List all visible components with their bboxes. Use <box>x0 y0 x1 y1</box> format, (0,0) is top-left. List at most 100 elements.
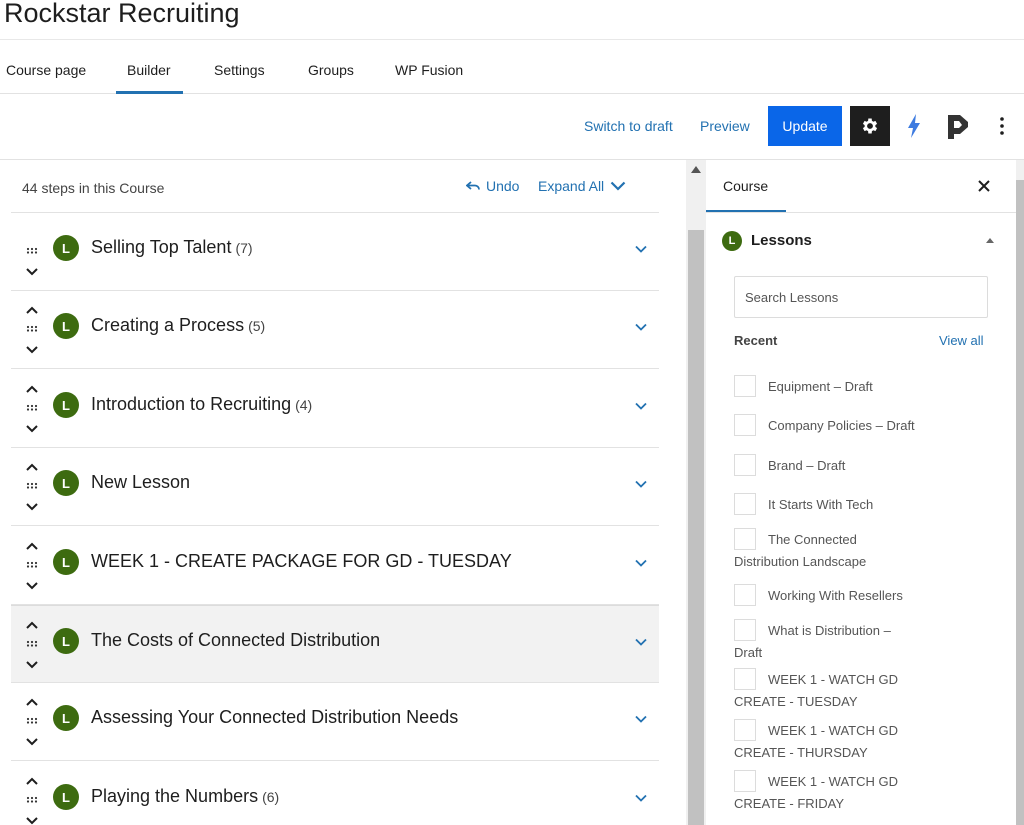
lesson-row[interactable]: L Introduction to Recruiting (4) <box>11 370 659 448</box>
chevron-down-icon[interactable] <box>633 790 649 806</box>
tab-builder[interactable]: Builder <box>116 62 183 94</box>
preview-link[interactable]: Preview <box>700 118 750 134</box>
lesson-checkbox[interactable] <box>734 493 756 516</box>
lesson-row[interactable]: L Creating a Process (5) <box>11 291 659 369</box>
recent-lesson-line2: Distribution Landscape <box>734 554 867 569</box>
recent-lesson-item[interactable]: What is Distribution – Draft <box>734 619 974 664</box>
recent-lesson-item[interactable]: Working With Resellers <box>734 584 974 607</box>
lesson-badge: L <box>53 705 79 731</box>
chevron-down-icon[interactable] <box>633 476 649 492</box>
move-down-icon[interactable] <box>25 735 39 749</box>
lesson-row[interactable]: L WEEK 1 - CREATE PACKAGE FOR GD - TUESDA… <box>11 527 659 605</box>
lesson-title[interactable]: The Costs of Connected Distribution <box>91 630 384 651</box>
lesson-checkbox[interactable] <box>734 375 756 398</box>
sidebar-tab-course[interactable]: Course <box>723 178 768 194</box>
drag-handle-icon[interactable] <box>25 325 39 335</box>
tab-settings[interactable]: Settings <box>214 62 265 78</box>
settings-button[interactable] <box>850 106 890 146</box>
more-options-button[interactable] <box>990 106 1014 146</box>
tab-groups[interactable]: Groups <box>308 62 354 78</box>
recent-lesson-item[interactable]: The Connected Distribution Landscape <box>734 528 974 573</box>
builder-scrollbar-thumb[interactable] <box>688 230 704 825</box>
drag-handle-icon[interactable] <box>25 640 39 650</box>
chevron-down-icon[interactable] <box>633 319 649 335</box>
recent-lesson-item[interactable]: WEEK 1 - WATCH GD CREATE - FRIDAY <box>734 770 974 815</box>
update-button[interactable]: Update <box>768 106 842 146</box>
lesson-checkbox[interactable] <box>734 584 756 607</box>
chevron-down-icon[interactable] <box>633 241 649 257</box>
undo-label: Undo <box>486 178 520 194</box>
recent-lesson-item[interactable]: It Starts With Tech <box>734 493 974 516</box>
tab-course-page[interactable]: Course page <box>6 62 86 78</box>
move-down-icon[interactable] <box>25 658 39 672</box>
search-lessons-input[interactable] <box>734 276 988 318</box>
lesson-row[interactable]: L Assessing Your Connected Distribution N… <box>11 683 659 761</box>
lessons-section-title[interactable]: Lessons <box>751 232 812 249</box>
lesson-checkbox[interactable] <box>734 668 756 691</box>
drag-handle-icon[interactable] <box>25 717 39 727</box>
expand-all-button[interactable]: Expand All <box>538 178 626 194</box>
view-all-link[interactable]: View all <box>939 333 984 348</box>
lesson-title[interactable]: Creating a Process (5) <box>91 315 265 336</box>
move-down-icon[interactable] <box>25 422 39 436</box>
move-down-icon[interactable] <box>25 343 39 357</box>
lesson-checkbox[interactable] <box>734 719 756 742</box>
recent-lesson-item[interactable]: WEEK 1 - WATCH GD CREATE - THURSDAY <box>734 719 974 764</box>
lesson-badge: L <box>53 549 79 575</box>
recent-lesson-line1: Equipment – Draft <box>768 379 873 394</box>
move-up-icon[interactable] <box>25 618 39 632</box>
lesson-row[interactable]: L Selling Top Talent (7) <box>11 213 659 291</box>
move-up-icon[interactable] <box>25 539 39 553</box>
recent-lesson-item[interactable]: WEEK 1 - WATCH GD CREATE - TUESDAY <box>734 668 974 713</box>
chevron-down-icon[interactable] <box>633 634 649 650</box>
lesson-row[interactable]: L Playing the Numbers (6) <box>11 762 659 825</box>
page-title: Rockstar Recruiting <box>4 0 240 28</box>
collapse-triangle-icon[interactable] <box>985 236 995 244</box>
move-down-icon[interactable] <box>25 579 39 593</box>
move-up-icon[interactable] <box>25 774 39 788</box>
lesson-row[interactable]: L New Lesson <box>11 448 659 526</box>
recent-lesson-item[interactable]: Company Policies – Draft <box>734 414 974 437</box>
lesson-title[interactable]: WEEK 1 - CREATE PACKAGE FOR GD - TUESDAY <box>91 551 516 572</box>
lesson-title[interactable]: Introduction to Recruiting (4) <box>91 394 312 415</box>
lesson-checkbox[interactable] <box>734 619 756 642</box>
recent-lesson-item[interactable]: Equipment – Draft <box>734 375 974 398</box>
lesson-checkbox[interactable] <box>734 770 756 793</box>
bolt-button[interactable] <box>900 106 928 146</box>
recent-lesson-item[interactable]: Brand – Draft <box>734 454 974 477</box>
move-up-icon[interactable] <box>25 382 39 396</box>
lesson-title[interactable]: Assessing Your Connected Distribution Ne… <box>91 707 462 728</box>
drag-handle-icon[interactable] <box>25 404 39 414</box>
move-down-icon[interactable] <box>25 500 39 514</box>
chevron-down-icon[interactable] <box>633 555 649 571</box>
recent-lesson-line2: CREATE - THURSDAY <box>734 745 868 760</box>
close-icon[interactable] <box>976 178 992 194</box>
drag-handle-icon[interactable] <box>25 247 39 257</box>
move-up-icon[interactable] <box>25 695 39 709</box>
lesson-row[interactable]: L The Costs of Connected Distribution <box>11 605 659 683</box>
chevron-down-icon[interactable] <box>633 711 649 727</box>
move-up-icon[interactable] <box>25 303 39 317</box>
drag-handle-icon[interactable] <box>25 482 39 492</box>
lesson-title[interactable]: Selling Top Talent (7) <box>91 237 253 258</box>
move-up-icon[interactable] <box>25 460 39 474</box>
tab-wp-fusion[interactable]: WP Fusion <box>395 62 463 78</box>
recent-lesson-line1: The Connected <box>768 532 857 547</box>
undo-button[interactable]: Undo <box>466 178 519 194</box>
plugin-button[interactable] <box>942 106 974 146</box>
chevron-down-icon[interactable] <box>633 398 649 414</box>
lesson-checkbox[interactable] <box>734 454 756 477</box>
move-down-icon[interactable] <box>25 265 39 279</box>
switch-to-draft-link[interactable]: Switch to draft <box>584 118 673 134</box>
drag-handle-icon[interactable] <box>25 561 39 571</box>
lesson-checkbox[interactable] <box>734 528 756 551</box>
lesson-checkbox[interactable] <box>734 414 756 437</box>
lesson-title[interactable]: New Lesson <box>91 472 194 493</box>
lessons-badge: L <box>722 231 742 251</box>
sidebar-scrollbar-thumb[interactable] <box>1016 180 1024 825</box>
scroll-up-arrow-icon[interactable] <box>690 164 702 174</box>
lesson-badge: L <box>53 392 79 418</box>
move-down-icon[interactable] <box>25 814 39 825</box>
lesson-title[interactable]: Playing the Numbers (6) <box>91 786 279 807</box>
drag-handle-icon[interactable] <box>25 796 39 806</box>
